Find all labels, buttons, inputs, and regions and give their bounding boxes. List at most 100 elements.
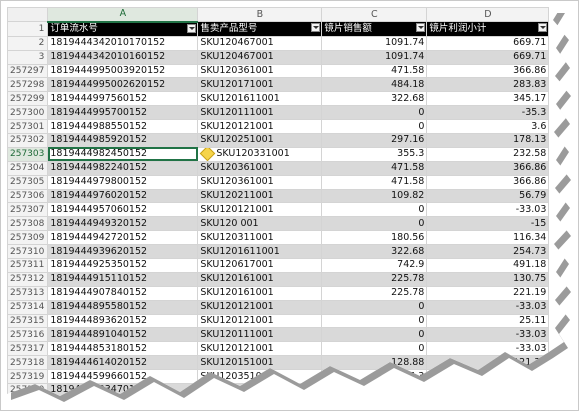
header-cell-lens-sales[interactable]: 镜片销售额 bbox=[321, 21, 428, 37]
column-header-c[interactable]: C bbox=[321, 7, 428, 23]
filter-dropdown-icon[interactable] bbox=[538, 23, 548, 33]
cell-lens-profit[interactable]: 254.73 bbox=[426, 244, 550, 260]
cell-product-model[interactable]: SKU120251001 bbox=[197, 133, 323, 148]
column-header-b[interactable]: B bbox=[197, 7, 323, 23]
cell-lens-profit[interactable]: -33.03 bbox=[426, 327, 550, 343]
row-number[interactable]: 257308 bbox=[7, 216, 49, 232]
cell-order-id[interactable]: 1819444599660152 bbox=[47, 369, 199, 385]
cell-lens-sales[interactable]: 0 bbox=[321, 202, 428, 218]
row-number[interactable]: 257299 bbox=[7, 91, 49, 107]
cell-lens-sales[interactable]: 0 bbox=[321, 313, 428, 329]
row-number[interactable]: 257298 bbox=[7, 77, 49, 93]
cell-order-id[interactable]: 1819444995002620152 bbox=[47, 77, 199, 93]
cell-product-model[interactable]: SKU120121001 bbox=[197, 299, 323, 315]
cell-order-id[interactable]: 1819444995700152 bbox=[47, 105, 199, 121]
cell-product-model[interactable]: SKU120111001 bbox=[197, 327, 323, 343]
cell-lens-sales[interactable]: 225.78 bbox=[321, 271, 428, 287]
cell-lens-profit[interactable]: 130.75 bbox=[426, 271, 550, 287]
cell-order-id[interactable]: 1819444982240152 bbox=[47, 160, 199, 176]
cell-lens-sales[interactable]: 0 bbox=[321, 299, 428, 315]
row-number[interactable]: 257318 bbox=[7, 355, 49, 371]
cell-lens-profit[interactable]: -33.03 bbox=[426, 202, 550, 218]
row-number[interactable]: 257319 bbox=[7, 369, 49, 385]
cell-order-id[interactable]: 1819444915110152 bbox=[47, 271, 199, 287]
cell-lens-sales[interactable]: 180.56 bbox=[321, 230, 428, 246]
cell-lens-profit[interactable]: 232.58 bbox=[426, 146, 550, 162]
cell-product-model[interactable]: SKU120331001 bbox=[197, 146, 323, 162]
cell-product-model[interactable]: SKU120121001 bbox=[197, 119, 323, 135]
row-number[interactable]: 257300 bbox=[7, 105, 49, 121]
cell-product-model[interactable]: SKU1201611001 bbox=[197, 244, 323, 260]
cell-lens-sales[interactable]: 471.58 bbox=[321, 160, 428, 176]
cell-lens-profit[interactable]: 3.6 bbox=[426, 119, 550, 135]
row-number[interactable]: 257311 bbox=[7, 258, 49, 273]
cell-order-id[interactable]: 1819444997560152 bbox=[47, 91, 199, 107]
cell-lens-profit[interactable]: 178.13 bbox=[426, 133, 550, 148]
cell-order-id[interactable]: 1819444976020152 bbox=[47, 188, 199, 204]
cell-product-model[interactable]: SKU120171001 bbox=[197, 77, 323, 93]
cell-lens-sales[interactable]: 471.58 bbox=[321, 63, 428, 79]
row-number[interactable]: 257302 bbox=[7, 133, 49, 148]
cell-product-model[interactable]: SKU120311001 bbox=[197, 230, 323, 246]
filter-dropdown-icon[interactable] bbox=[311, 23, 321, 33]
cell-order-id[interactable]: 1819444342010170152 bbox=[47, 35, 199, 51]
header-cell-product-model[interactable]: 售卖产品型号 bbox=[197, 21, 323, 37]
cell-lens-profit[interactable]: -33.03 bbox=[426, 299, 550, 315]
cell-lens-profit[interactable]: 366.86 bbox=[426, 160, 550, 176]
column-header-a[interactable]: A bbox=[47, 7, 199, 23]
row-number[interactable]: 257305 bbox=[7, 174, 49, 190]
cell-order-id[interactable]: 1819444891040152 bbox=[47, 327, 199, 343]
cell-product-model[interactable]: SKU120 001 bbox=[197, 216, 323, 232]
cell-product-model[interactable]: SKU120121001 bbox=[197, 341, 323, 357]
cell-lens-profit[interactable]: 283.83 bbox=[426, 77, 550, 93]
cell-order-id[interactable]: 1819444957060152 bbox=[47, 202, 199, 218]
cell-order-id[interactable]: 1819444907840152 bbox=[47, 285, 199, 301]
row-number[interactable]: 1 bbox=[7, 21, 49, 37]
row-number[interactable]: 257304 bbox=[7, 160, 49, 176]
cell-lens-sales[interactable]: 109.82 bbox=[321, 188, 428, 204]
header-cell-order-id[interactable]: 订单流水号 bbox=[47, 21, 199, 37]
row-number[interactable]: 257317 bbox=[7, 341, 49, 357]
cell-lens-sales[interactable]: 1091.74 bbox=[321, 35, 428, 51]
row-number[interactable]: 257303 bbox=[7, 146, 49, 162]
cell-lens-profit[interactable]: 345.17 bbox=[426, 91, 550, 107]
cell-order-id[interactable]: 1819444853180152 bbox=[47, 341, 199, 357]
cell-order-id[interactable]: 1819444979800152 bbox=[47, 174, 199, 190]
select-all-corner[interactable] bbox=[7, 7, 49, 23]
cell-lens-profit[interactable]: -15 bbox=[426, 216, 550, 232]
cell-lens-sales[interactable]: 322.68 bbox=[321, 244, 428, 260]
cell-order-id[interactable]: 1819444982450152 bbox=[47, 146, 199, 162]
row-number[interactable]: 257316 bbox=[7, 327, 49, 343]
cell-product-model[interactable]: SKU120121001 bbox=[197, 313, 323, 329]
cell-lens-sales[interactable]: 742.9 bbox=[321, 258, 428, 273]
cell-lens-sales[interactable]: 484.18 bbox=[321, 77, 428, 93]
cell-product-model[interactable]: SKU120211001 bbox=[197, 188, 323, 204]
cell-product-model[interactable]: SKU120467001 bbox=[197, 49, 323, 65]
cell-order-id[interactable]: 1819444342010160152 bbox=[47, 49, 199, 65]
cell-lens-sales[interactable]: 322.68 bbox=[321, 91, 428, 107]
cell-order-id[interactable]: 1819444893620152 bbox=[47, 313, 199, 329]
row-number[interactable]: 257314 bbox=[7, 299, 49, 315]
filter-dropdown-icon[interactable] bbox=[187, 23, 197, 33]
cell-lens-profit[interactable]: 366.86 bbox=[426, 174, 550, 190]
row-number[interactable]: 257301 bbox=[7, 119, 49, 135]
cell-order-id[interactable]: 1819444614020152 bbox=[47, 355, 199, 371]
row-number[interactable]: 257312 bbox=[7, 271, 49, 287]
cell-lens-profit[interactable]: 56.79 bbox=[426, 188, 550, 204]
cell-lens-sales[interactable]: 225.78 bbox=[321, 285, 428, 301]
cell-order-id[interactable]: 1819444949320152 bbox=[47, 216, 199, 232]
cell-product-model[interactable]: SKU120111001 bbox=[197, 105, 323, 121]
cell-product-model[interactable]: SKU120361001 bbox=[197, 160, 323, 176]
cell-product-model[interactable]: SKU120617001 bbox=[197, 258, 323, 273]
filter-dropdown-icon[interactable] bbox=[416, 23, 426, 33]
cell-product-model[interactable]: SKU120161001 bbox=[197, 285, 323, 301]
cell-lens-profit[interactable]: 221.19 bbox=[426, 285, 550, 301]
cell-order-id[interactable]: 1819444925350152 bbox=[47, 258, 199, 273]
cell-lens-sales[interactable]: 128.88 bbox=[321, 355, 428, 371]
cell-lens-sales[interactable]: 0 bbox=[321, 119, 428, 135]
cell-lens-profit[interactable]: -35.3 bbox=[426, 105, 550, 121]
cell-order-id[interactable]: 1819444995003920152 bbox=[47, 63, 199, 79]
row-number[interactable]: 257315 bbox=[7, 313, 49, 329]
cell-lens-profit[interactable]: 669.71 bbox=[426, 49, 550, 65]
cell-lens-sales[interactable]: 1091.74 bbox=[321, 49, 428, 65]
